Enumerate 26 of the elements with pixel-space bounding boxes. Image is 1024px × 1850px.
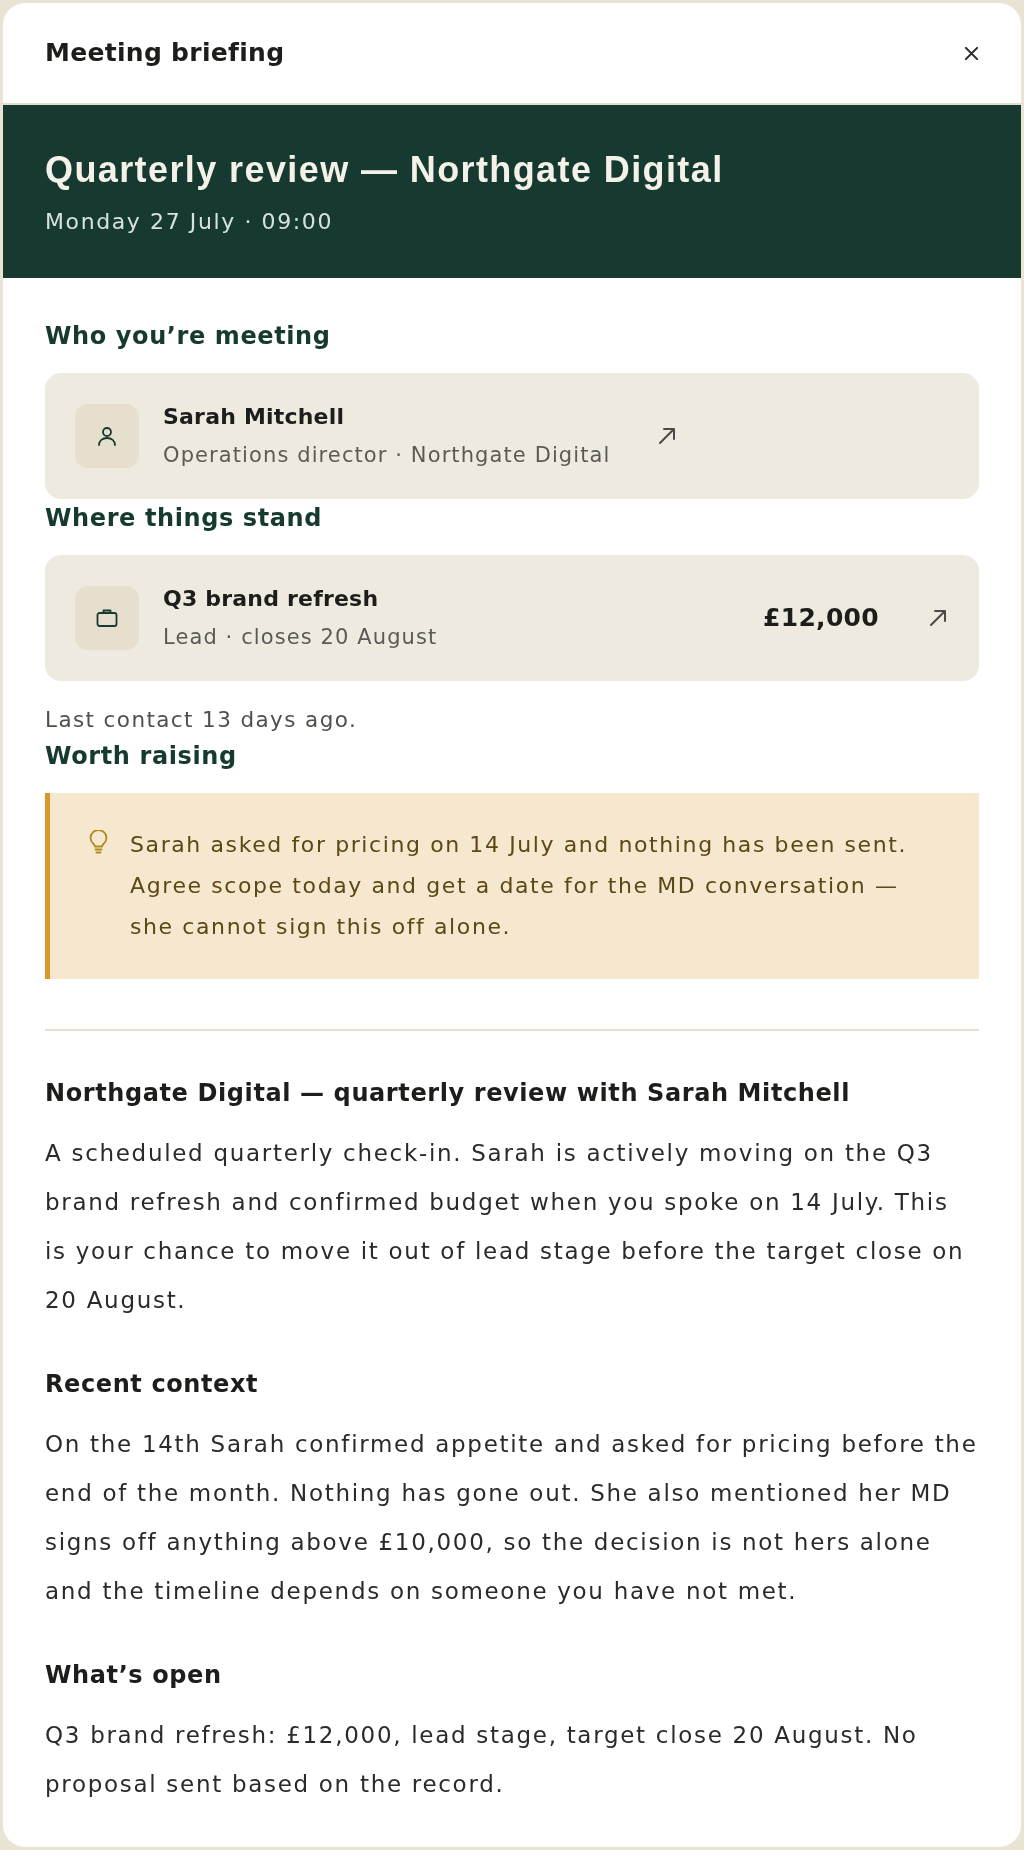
card-subtitle: Lead · closes 20 August — [163, 624, 438, 651]
meeting-title: Quarterly review — Northgate Digital — [45, 148, 725, 192]
briefing-paragraph: A scheduled quarterly check-in. Sarah is actively moving on the Q3 brand refresh and confirmed budget when you spoke on 14 July. This is your chance to move it out of lead stage before the target close on 20 August. — [45, 1139, 966, 1315]
card-title: Q3 brand refresh — [163, 585, 380, 613]
deal-card[interactable]: Q3 brand refresh Lead · closes 20 August £12,000 — [45, 555, 979, 681]
briefing-paragraph: On the 14th Sarah confirmed appetite and asked for pricing before the end of the month. Nothing has gone out. She also mentioned her MD signs off anything above £10,000, so the decision is not hers alone and the timeline depends on someone you have not met. — [45, 1430, 979, 1606]
section-heading: Who you’re meeting — [45, 321, 332, 352]
section-heading: Where things stand — [45, 503, 323, 534]
lightbulb-icon — [89, 830, 108, 854]
panel-title: Meeting briefing — [45, 37, 285, 69]
arrow-up-right-icon — [658, 427, 677, 445]
section-heading: Worth raising — [45, 741, 238, 772]
last-contact-note: Last contact 13 days ago. — [45, 706, 359, 734]
callout-text: Sarah asked for pricing on 14 July and nothing has been sent. Agree scope today and get a date for the MD conversation — she cannot sign this off alone. — [130, 831, 909, 941]
contact-card[interactable]: Sarah Mitchell Operations director · Northgate Digital — [45, 373, 979, 499]
arrow-up-right-icon — [929, 609, 947, 627]
person-icon — [95, 424, 119, 448]
card-subtitle: Operations director · Northgate Digital — [163, 442, 611, 469]
briefing-paragraph: Q3 brand refresh: £12,000, lead stage, target close 20 August. No proposal sent based on the record. — [45, 1721, 919, 1799]
briefing-heading: Northgate Digital — quarterly review with Sarah Mitchell — [45, 1078, 851, 1109]
close-icon[interactable] — [964, 45, 979, 61]
briefing-heading: Recent context — [45, 1369, 260, 1400]
card-title: Sarah Mitchell — [163, 403, 346, 431]
deal-amount: £12,000 — [763, 602, 879, 634]
briefing-heading: What’s open — [45, 1660, 223, 1691]
meeting-time: Monday 27 July · 09:00 — [45, 208, 334, 236]
